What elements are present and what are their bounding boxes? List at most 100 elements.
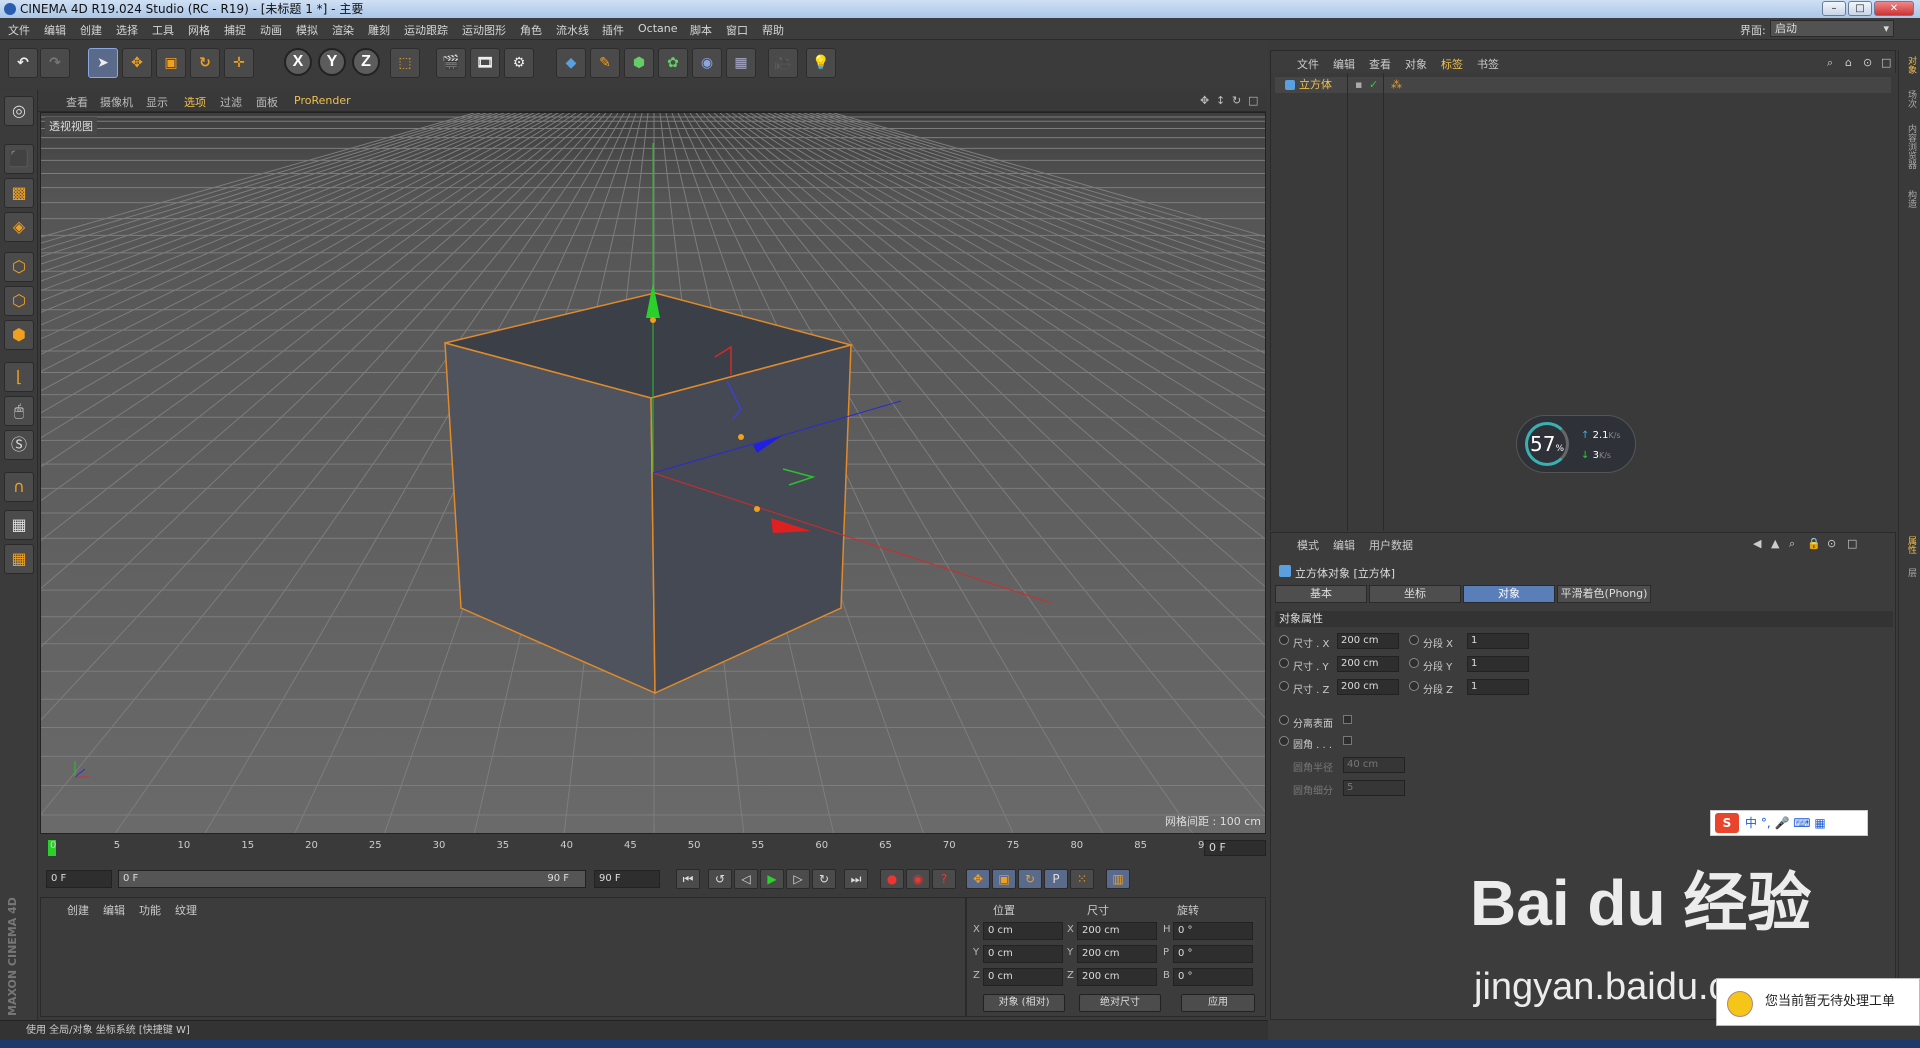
edges-mode-icon[interactable]: ⬡ xyxy=(4,286,34,316)
am-menu-userdata[interactable]: 用户数据 xyxy=(1369,537,1413,553)
light-icon[interactable]: 💡 xyxy=(806,48,836,78)
mat-menu-create[interactable]: 创建 xyxy=(67,902,89,918)
rotate-tool-icon[interactable]: ↻ xyxy=(190,48,220,78)
pos-y-field[interactable]: 0 cm xyxy=(983,945,1063,963)
size-x-field[interactable]: 200 cm xyxy=(1077,922,1157,940)
vp-maximize-icon[interactable]: □ xyxy=(1248,94,1258,107)
move-tool-icon[interactable]: ✥ xyxy=(122,48,152,78)
timeline-window-icon[interactable]: ▥ xyxy=(1106,869,1130,889)
x-axis-lock-icon[interactable]: X xyxy=(284,48,312,76)
vtab-structure[interactable]: 构造 xyxy=(1902,190,1918,208)
seg-z-field[interactable]: 1 xyxy=(1467,679,1529,695)
polygons-mode-icon[interactable]: ⬢ xyxy=(4,320,34,350)
tab-object[interactable]: 对象 xyxy=(1463,585,1555,603)
om-menu-file[interactable]: 文件 xyxy=(1297,56,1319,72)
layout-select[interactable]: 启动 ▾ xyxy=(1770,20,1894,37)
vp-rotate-icon[interactable]: ↻ xyxy=(1232,94,1241,107)
snap-s-icon[interactable]: Ⓢ xyxy=(4,430,34,460)
goto-start-icon[interactable]: ⏮ xyxy=(676,869,700,889)
om-maximize-icon[interactable]: □ xyxy=(1881,56,1891,69)
next-frame-icon[interactable]: ▷ xyxy=(786,869,810,889)
recent-tool-icon[interactable]: ✛ xyxy=(224,48,254,78)
render-picture-viewer-icon[interactable]: 🎞 xyxy=(470,48,500,78)
vp-zoom-icon[interactable]: ↕ xyxy=(1216,94,1225,107)
vtab-objects[interactable]: 对象 xyxy=(1902,56,1918,74)
vp-menu-display[interactable]: 显示 xyxy=(146,94,168,110)
vp-menu-options[interactable]: 选项 xyxy=(184,94,206,110)
vtab-takes[interactable]: 场次 xyxy=(1902,90,1918,108)
prev-key-icon[interactable]: ↺ xyxy=(708,869,732,889)
menu-character[interactable]: 角色 xyxy=(520,22,542,38)
seg-y-anim-dot[interactable] xyxy=(1409,658,1419,668)
am-search-icon[interactable]: ⌕ xyxy=(1789,537,1795,551)
tag-icon[interactable]: ⁂ xyxy=(1391,77,1402,93)
om-search-icon[interactable]: ⌕ xyxy=(1827,56,1833,70)
y-axis-lock-icon[interactable]: Y xyxy=(318,48,346,76)
prev-frame-icon[interactable]: ◁ xyxy=(734,869,758,889)
scale-tool-icon[interactable]: ▣ xyxy=(156,48,186,78)
menu-select[interactable]: 选择 xyxy=(116,22,138,38)
floor-icon[interactable]: ▦ xyxy=(726,48,756,78)
menu-sculpt[interactable]: 雕刻 xyxy=(368,22,390,38)
menu-plugins[interactable]: 插件 xyxy=(602,22,624,38)
goto-end-icon[interactable]: ⏭ xyxy=(844,869,868,889)
fillet-anim-dot[interactable] xyxy=(1279,736,1289,746)
size-x-field[interactable]: 200 cm xyxy=(1337,633,1399,649)
size-z-anim-dot[interactable] xyxy=(1279,681,1289,691)
start-frame-field[interactable]: 0 F xyxy=(46,870,112,888)
subdivision-icon[interactable]: ⬢ xyxy=(624,48,654,78)
om-menu-tags[interactable]: 标签 xyxy=(1441,56,1463,72)
menu-mograph[interactable]: 运动图形 xyxy=(462,22,506,38)
am-menu-edit[interactable]: 编辑 xyxy=(1333,537,1355,553)
size-x-anim-dot[interactable] xyxy=(1279,635,1289,645)
play-icon[interactable]: ▶ xyxy=(760,869,784,889)
tab-phong[interactable]: 平滑着色(Phong) xyxy=(1557,585,1651,603)
deformer-icon[interactable]: ◉ xyxy=(692,48,722,78)
om-menu-edit[interactable]: 编辑 xyxy=(1333,56,1355,72)
key-rotation-icon[interactable]: ↻ xyxy=(1018,869,1042,889)
ime-toolbar[interactable]: S 中 °, 🎤 ⌨ ▦ xyxy=(1710,810,1868,836)
tab-basic[interactable]: 基本 xyxy=(1275,585,1367,603)
am-back-icon[interactable]: ◀ xyxy=(1753,537,1761,550)
camera-icon[interactable]: 🎥 xyxy=(768,48,798,78)
rot-h-field[interactable]: 0 ° xyxy=(1173,922,1253,940)
key-parameter-icon[interactable]: P xyxy=(1044,869,1068,889)
om-menu-objects[interactable]: 对象 xyxy=(1405,56,1427,72)
size-mode-select[interactable]: 绝对尺寸 xyxy=(1079,994,1161,1012)
minimize-button[interactable]: – xyxy=(1822,1,1846,16)
seg-y-field[interactable]: 1 xyxy=(1467,656,1529,672)
record-key-icon[interactable]: ● xyxy=(880,869,904,889)
tweak-mode-icon[interactable]: 🖱 xyxy=(4,396,34,426)
om-menu-bookmarks[interactable]: 书签 xyxy=(1477,56,1499,72)
tab-coord[interactable]: 坐标 xyxy=(1369,585,1461,603)
cloner-icon[interactable]: ✿ xyxy=(658,48,688,78)
mat-menu-edit[interactable]: 编辑 xyxy=(103,902,125,918)
texture-mode-icon[interactable]: ▩ xyxy=(4,178,34,208)
vp-menu-panel[interactable]: 面板 xyxy=(256,94,278,110)
object-row-cube[interactable]: 立方体 ▪ ✓ ⁂ xyxy=(1275,77,1891,93)
om-new-view-icon[interactable]: ⊙ xyxy=(1863,56,1872,69)
apply-button[interactable]: 应用 xyxy=(1181,994,1255,1012)
frame-range-slider[interactable]: 0 F 90 F xyxy=(118,870,586,888)
coordinate-system-icon[interactable]: ⬚ xyxy=(390,48,420,78)
mat-menu-function[interactable]: 功能 xyxy=(139,902,161,918)
close-button[interactable]: ✕ xyxy=(1874,1,1914,16)
end-frame-field[interactable]: 90 F xyxy=(594,870,660,888)
separate-surfaces-anim-dot[interactable] xyxy=(1279,715,1289,725)
menu-render[interactable]: 渲染 xyxy=(332,22,354,38)
seg-x-field[interactable]: 1 xyxy=(1467,633,1529,649)
notification-popup[interactable]: 您当前暂无待处理工单 xyxy=(1716,978,1920,1026)
fillet-subdiv-field[interactable]: 5 xyxy=(1343,780,1405,796)
next-key-icon[interactable]: ↻ xyxy=(812,869,836,889)
maximize-button[interactable]: □ xyxy=(1848,1,1872,16)
coord-mode-select[interactable]: 对象 (相对) xyxy=(983,994,1065,1012)
render-view-icon[interactable]: 🎬 xyxy=(436,48,466,78)
rot-p-field[interactable]: 0 ° xyxy=(1173,945,1253,963)
size-y-field[interactable]: 200 cm xyxy=(1337,656,1399,672)
points-mode-icon[interactable]: ⬡ xyxy=(4,252,34,282)
cube-icon[interactable]: ◆ xyxy=(556,48,586,78)
menu-script[interactable]: 脚本 xyxy=(690,22,712,38)
seg-z-anim-dot[interactable] xyxy=(1409,681,1419,691)
separate-surfaces-checkbox[interactable] xyxy=(1343,715,1352,724)
menu-snap[interactable]: 捕捉 xyxy=(224,22,246,38)
